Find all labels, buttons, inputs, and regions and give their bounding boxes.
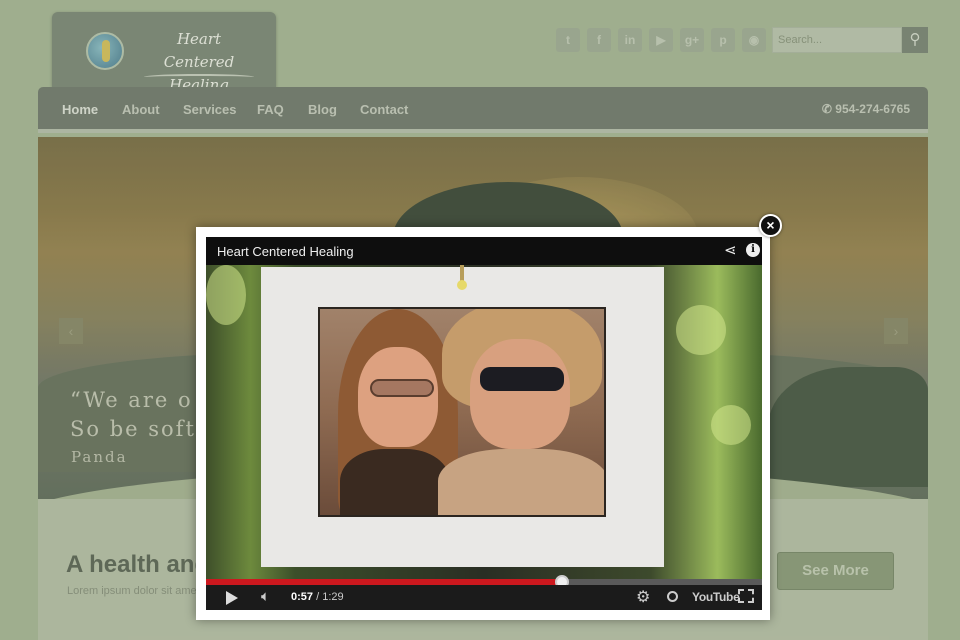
duration: 1:29 xyxy=(322,591,344,603)
info-icon[interactable]: i xyxy=(746,243,760,257)
photo-of-two-women xyxy=(318,307,606,517)
share-icon[interactable]: ⋖ xyxy=(724,241,737,259)
close-icon[interactable]: × xyxy=(759,214,782,237)
woman-left-face xyxy=(358,347,438,447)
video-frame[interactable] xyxy=(206,265,762,579)
bokeh-light xyxy=(206,265,246,325)
play-icon[interactable] xyxy=(226,591,238,605)
woman-left-glasses xyxy=(370,379,434,397)
settings-gear-icon[interactable]: ⚙ xyxy=(636,587,650,607)
video-title[interactable]: Heart Centered Healing xyxy=(217,244,354,259)
volume-icon[interactable]: 🔈︎ xyxy=(261,588,270,605)
hanging-clip xyxy=(460,265,464,281)
youtube-logo[interactable]: YouTube xyxy=(692,590,740,604)
current-time: 0:57 xyxy=(291,591,314,603)
video-controls: 🔈︎ 0:57 / 1:29 ⚙ YouTube xyxy=(206,585,762,610)
bokeh-light xyxy=(676,305,726,355)
video-time: 0:57 / 1:29 xyxy=(291,591,344,603)
woman-right-jacket xyxy=(438,449,604,515)
video-player[interactable]: Heart Centered Healing ⋖ i 🔈︎ 0:57 / 1:2… xyxy=(206,237,762,610)
video-lightbox: Heart Centered Healing ⋖ i 🔈︎ 0:57 / 1:2… xyxy=(196,227,770,620)
fullscreen-icon[interactable] xyxy=(738,589,754,603)
woman-right-sunglasses xyxy=(480,367,564,391)
woman-left-shirt xyxy=(340,449,450,515)
woman-right-face xyxy=(470,339,570,449)
video-title-bar: Heart Centered Healing ⋖ i xyxy=(206,237,762,265)
watch-later-clock-icon[interactable] xyxy=(667,591,678,602)
bokeh-light xyxy=(711,405,751,445)
clip-pin xyxy=(457,280,467,290)
